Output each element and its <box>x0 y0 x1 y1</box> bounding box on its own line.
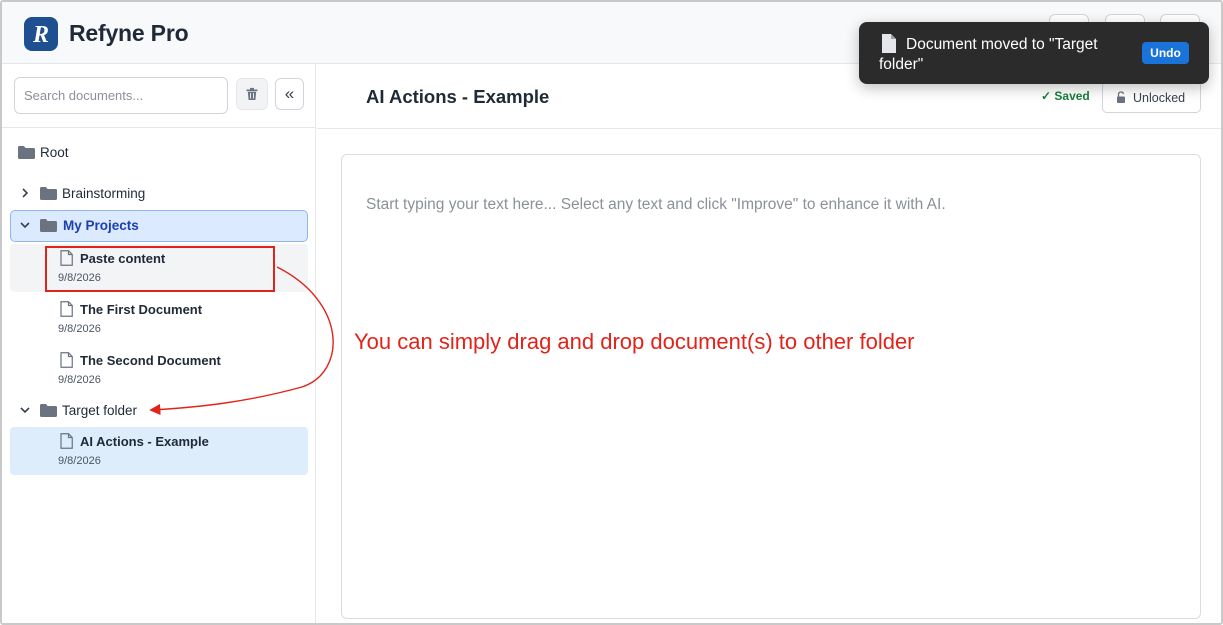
folder-my-projects[interactable]: My Projects <box>10 210 308 242</box>
search-input[interactable] <box>14 77 228 114</box>
document-icon <box>60 301 73 317</box>
highlight-box <box>45 246 275 292</box>
undo-button[interactable]: Undo <box>1142 42 1189 64</box>
folder-label: My Projects <box>63 218 139 233</box>
document-item-active[interactable]: AI Actions - Example 9/8/2026 <box>10 427 308 475</box>
trash-button[interactable] <box>236 78 268 110</box>
editor-placeholder: Start typing your text here... Select an… <box>366 196 946 213</box>
trash-icon <box>246 87 258 100</box>
sidebar-search-row: « <box>2 64 315 128</box>
logo-icon: R <box>24 17 58 51</box>
lock-label: Unlocked <box>1133 91 1186 105</box>
document-icon <box>60 352 73 368</box>
tree-root-label: Root <box>40 145 69 160</box>
svg-text:R: R <box>32 22 49 48</box>
lock-toggle-button[interactable]: Unlocked <box>1102 81 1201 113</box>
folder-icon <box>40 187 57 200</box>
tree-root[interactable]: Root <box>10 137 308 169</box>
toast-notification: Document moved to "Target folder" Undo <box>859 22 1209 84</box>
document-date: 9/8/2026 <box>58 455 101 467</box>
document-icon <box>60 433 73 449</box>
folder-icon <box>18 146 35 159</box>
app-title: Refyne Pro <box>69 20 189 46</box>
document-heading[interactable]: AI Actions - Example <box>366 86 549 108</box>
toast-message: Document moved to "Target folder" <box>879 36 1098 73</box>
folder-brainstorming[interactable]: Brainstorming <box>10 178 308 210</box>
collapse-icon: « <box>284 84 295 103</box>
annotation-text: You can simply drag and drop document(s)… <box>354 329 915 354</box>
sidebar: « Root Brainstorming <box>2 64 316 623</box>
folder-target[interactable]: Target folder <box>10 395 308 427</box>
unlock-icon <box>1117 91 1125 103</box>
document-date: 9/8/2026 <box>58 374 101 386</box>
editor-area[interactable]: Start typing your text here... Select an… <box>341 154 1201 619</box>
folder-label: Brainstorming <box>62 186 146 201</box>
folder-icon <box>40 404 57 417</box>
folder-icon <box>40 219 57 232</box>
document-date: 9/8/2026 <box>58 323 101 335</box>
document-title: AI Actions - Example <box>80 434 209 449</box>
app-window: R Refyne Pro « <box>0 0 1223 625</box>
document-title: The Second Document <box>80 353 221 368</box>
folder-label: Target folder <box>62 403 138 418</box>
collapse-sidebar-button[interactable]: « <box>275 78 304 110</box>
document-item[interactable]: The Second Document 9/8/2026 <box>10 346 308 394</box>
chevron-right-icon[interactable] <box>20 188 30 198</box>
document-title: The First Document <box>80 302 203 317</box>
document-item[interactable]: The First Document 9/8/2026 <box>10 295 308 343</box>
chevron-down-icon[interactable] <box>20 220 30 230</box>
saved-status: ✓ Saved <box>1041 89 1090 103</box>
chevron-down-icon[interactable] <box>20 405 30 415</box>
